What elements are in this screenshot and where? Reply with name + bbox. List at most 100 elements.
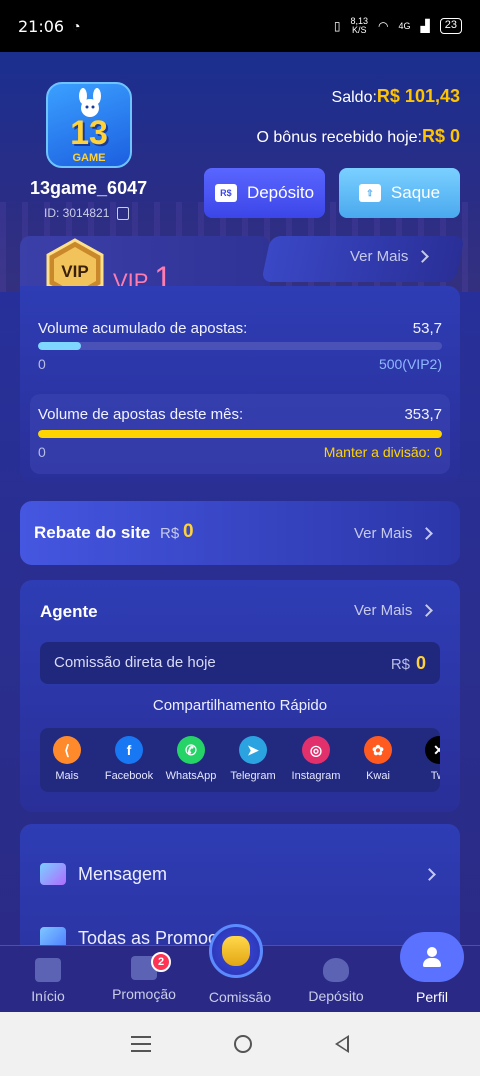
menu-item-mensagem[interactable]: Mensagem [40, 854, 440, 894]
tab-label: Comissão [208, 989, 272, 1005]
copy-icon[interactable] [117, 206, 130, 220]
user-id: ID: 3014821 [44, 206, 110, 220]
logo-number: 13 [70, 114, 108, 152]
bottom-tab-bar: Início 2 Promoção Comissão Depósito Perf… [0, 924, 480, 1012]
bonus-row: O bônus recebido hoje:R$ 0 [257, 126, 460, 147]
agent-card: Agente Ver Mais Comissão direta de hoje … [20, 580, 460, 812]
share-twitter[interactable]: ✕ Twi [408, 736, 440, 782]
vibrate-icon: ▯ [333, 19, 341, 33]
share-label: Facebook [104, 770, 154, 782]
rebate-value: 0 [183, 521, 194, 542]
share-mais[interactable]: ⟨ Mais [40, 736, 98, 782]
instagram-icon: ◎ [302, 736, 330, 764]
battery-indicator: 23 [439, 18, 462, 34]
menu-item-label: Mensagem [78, 863, 168, 884]
monthly-target: Manter a divisão: 0 [323, 444, 442, 460]
avatar[interactable]: 13 GAME [46, 82, 132, 168]
tab-label: Perfil [416, 989, 448, 1005]
share-whatsapp[interactable]: ✆ WhatsApp [160, 736, 222, 782]
deposit-icon: R$ [214, 184, 237, 202]
vip-ver-mais-link[interactable]: Ver Mais [350, 248, 430, 265]
share-label: Mais [55, 770, 79, 782]
signal-icon: ▟ [420, 19, 430, 33]
monthly-volume-label: Volume de apostas deste mês: [38, 406, 244, 423]
chevron-right-icon [423, 867, 436, 881]
withdraw-icon: ⇧ [358, 184, 381, 202]
tab-inicio[interactable]: Início [0, 946, 96, 1012]
tab-label: Depósito [308, 988, 364, 1004]
accumulated-volume-value: 53,7 [412, 320, 442, 337]
chevron-right-icon [420, 527, 434, 540]
monthly-volume-fill [38, 430, 442, 438]
balance-value: R$ 101,43 [376, 86, 460, 106]
share-label: Twi [430, 770, 440, 782]
chevron-right-icon [420, 604, 434, 617]
balance-row: Saldo:R$ 101,43 [332, 86, 460, 107]
system-navigation-bar [0, 1012, 480, 1076]
share-icon: ⟨ [53, 736, 81, 764]
status-right: ▯ 8,13 K/S ◠ 4G ▟ 23 [334, 17, 462, 35]
speed-unit: K/S [351, 25, 367, 35]
notification-badge: 2 [151, 952, 171, 972]
today-commission-box: Comissão direta de hoje R$ 0 [40, 642, 440, 684]
person-icon [400, 932, 464, 982]
profile-screen: 13 GAME 13game_6047 ID: 3014821 Saldo:R$… [0, 52, 480, 1012]
accumulated-volume-bar [38, 342, 442, 350]
x-icon: ✕ [425, 736, 440, 764]
ver-mais-label: Ver Mais [350, 248, 409, 265]
rebate-card[interactable]: Rebate do site R$ 0 Ver Mais [20, 501, 460, 565]
wifi-icon: ◠ [378, 19, 389, 33]
back-icon[interactable] [334, 1035, 349, 1053]
withdraw-label: Saque [390, 183, 441, 202]
home-circle-icon[interactable] [233, 1035, 252, 1053]
share-instagram[interactable]: ◎ Instagram [285, 736, 347, 782]
tab-perfil[interactable]: Perfil [384, 932, 480, 1012]
share-telegram[interactable]: ➤ Telegram [222, 736, 284, 782]
rebate-currency: R$ [160, 525, 180, 542]
rebate-title: Rebate do site [34, 523, 151, 542]
withdraw-button[interactable]: ⇧ Saque [339, 168, 460, 218]
agent-title: Agente [40, 602, 98, 621]
ver-mais-label: Ver Mais [354, 525, 413, 542]
tab-promocao[interactable]: 2 Promoção [96, 946, 192, 1012]
coin-bag-icon [323, 958, 349, 982]
monthly-volume-bar [38, 430, 442, 438]
money-bag-icon [209, 924, 263, 978]
deposit-label: Depósito [246, 183, 315, 202]
commission-label: Comissão direta de hoje [54, 654, 216, 671]
agent-ver-mais-link[interactable]: Ver Mais [354, 602, 434, 619]
tab-comissao[interactable]: Comissão [192, 924, 288, 1012]
logo-text: GAME [72, 152, 106, 164]
home-icon [35, 958, 61, 982]
commission-currency: R$ [390, 656, 410, 673]
accumulated-min: 0 [38, 356, 46, 372]
tab-deposito[interactable]: Depósito [288, 946, 384, 1012]
rebate-ver-mais-link[interactable]: Ver Mais [354, 525, 434, 542]
share-facebook[interactable]: f Facebook [98, 736, 160, 782]
accumulated-target: 500(VIP2) [378, 356, 442, 372]
tab-label: Promoção [112, 986, 176, 1002]
share-label: WhatsApp [165, 770, 217, 782]
share-label: Instagram [291, 770, 341, 782]
monthly-volume-value: 353,7 [404, 406, 442, 423]
tab-label: Início [31, 988, 65, 1004]
bonus-label: O bônus recebido hoje: [256, 129, 422, 146]
recent-apps-icon[interactable] [131, 1036, 152, 1052]
telegram-icon: ➤ [239, 736, 267, 764]
commission-value: 0 [415, 653, 426, 673]
network-speed: 8,13 K/S [350, 17, 368, 35]
share-label: Telegram [230, 770, 276, 782]
mail-icon [40, 863, 66, 885]
whatsapp-icon: ✆ [177, 736, 205, 764]
balance-label: Saldo: [331, 89, 377, 106]
ver-mais-label: Ver Mais [354, 602, 413, 619]
network-type: 4G [398, 21, 411, 31]
status-time: 21:06 [18, 16, 65, 36]
deposit-button[interactable]: R$ Depósito [204, 168, 325, 218]
user-id-row: ID: 3014821 [44, 206, 130, 220]
kwai-icon: ✿ [364, 736, 392, 764]
vip-progress-card: Volume acumulado de apostas: 53,7 0 500(… [20, 286, 460, 482]
share-kwai[interactable]: ✿ Kwai [347, 736, 409, 782]
vip-badge-text: VIP [61, 262, 88, 281]
accumulated-volume-label: Volume acumulado de apostas: [38, 320, 248, 337]
